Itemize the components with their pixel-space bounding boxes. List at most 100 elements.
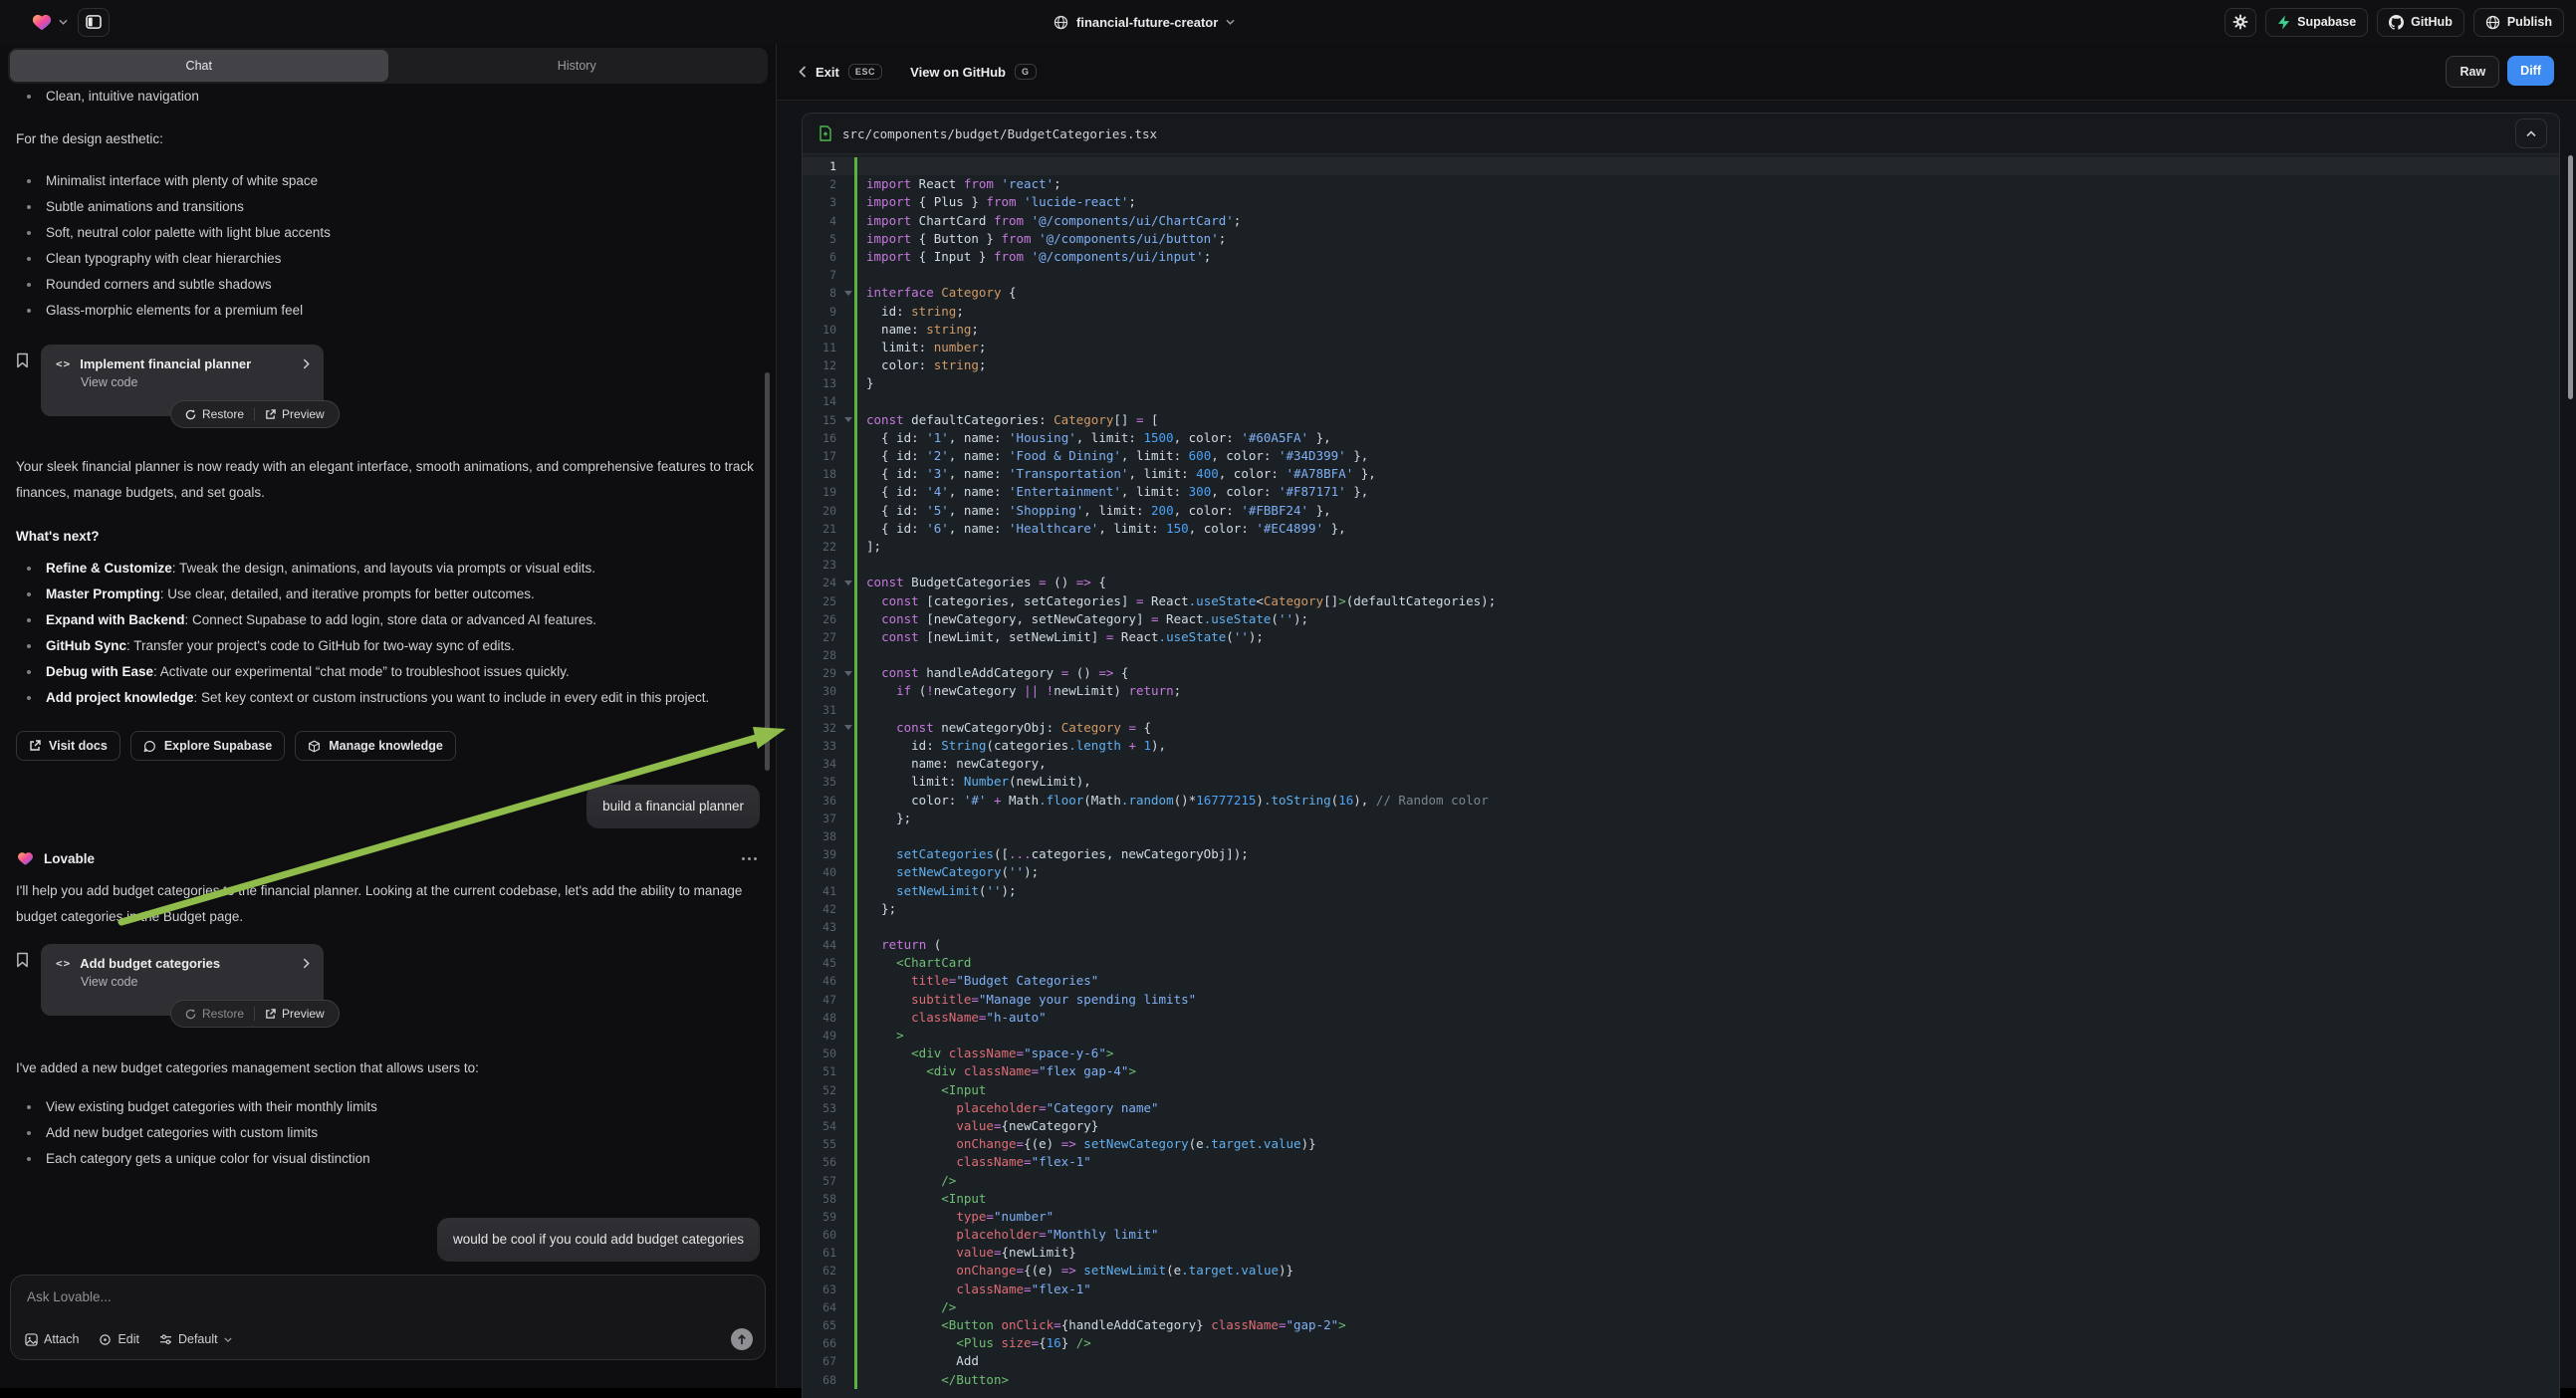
collapse-file-button[interactable] [2515,118,2547,148]
view-code-link[interactable]: View code [41,971,324,989]
g-kbd-badge: G [1015,64,1037,80]
exit-button[interactable]: Exit esc [799,64,882,80]
more-options-icon[interactable] [742,856,760,860]
toggle-sidebar-button[interactable] [78,8,110,37]
code-line: 44 return ( [803,936,2559,954]
settings-button[interactable] [2225,8,2256,37]
code-line: 51 <div className="flex gap-4"> [803,1062,2559,1080]
code-line: 55 onChange={(e) => setNewCategory(e.tar… [803,1135,2559,1153]
code-line: 33 id: String(categories.length + 1), [803,737,2559,755]
code-line: 50 <div className="space-y-6"> [803,1045,2559,1062]
code-line: 65 <Button onClick={handleAddCategory} c… [803,1316,2559,1334]
explore-supabase-button[interactable]: Explore Supabase [130,731,285,761]
code-line: 26 const [newCategory, setNewCategory] =… [803,610,2559,628]
send-button[interactable] [731,1328,753,1350]
code-line: 45 <ChartCard [803,954,2559,972]
file-header[interactable]: src/components/budget/BudgetCategories.t… [803,114,2559,154]
scrollback-list: Clean, intuitive navigation [16,84,760,110]
explore-supabase-label: Explore Supabase [164,739,272,753]
code-line: 23 [803,556,2559,574]
github-button[interactable]: GitHub [2377,8,2464,37]
file-path: src/components/budget/BudgetCategories.t… [842,126,1157,141]
code-line: 15const defaultCategories: Category[] = … [803,411,2559,429]
code-line: 3import { Plus } from 'lucide-react'; [803,193,2559,211]
supabase-label: Supabase [2297,15,2356,29]
code-view-header: Exit esc View on GitHub G Raw Diff [777,44,2576,101]
lovable-logo[interactable] [30,11,68,33]
version-card-title: Implement financial planner [80,356,251,371]
supabase-icon [2277,15,2290,30]
publish-button[interactable]: Publish [2473,8,2564,37]
code-line: 61 value={newLimit} [803,1244,2559,1262]
version-card-implement-financial-planner[interactable]: <> Implement financial planner View code… [41,345,324,416]
code-line: 8interface Category { [803,284,2559,302]
code-line: 7 [803,266,2559,284]
version-card-add-budget-categories[interactable]: <> Add budget categories View code Resto… [41,944,324,1016]
preview-label: Preview [282,1007,325,1021]
list-item: Refine & Customize: Tweak the design, an… [16,556,760,582]
manage-knowledge-button[interactable]: Manage knowledge [295,731,456,761]
code-line: 38 [803,827,2559,845]
edit-label: Edit [117,1332,139,1346]
tab-chat[interactable]: Chat [10,50,388,82]
lovable-avatar [16,849,35,867]
code-area: src/components/budget/BudgetCategories.t… [777,101,2576,1388]
mode-selector[interactable]: Default [159,1332,232,1346]
code-line: 9 id: string; [803,303,2559,321]
code-line: 60 placeholder="Monthly limit" [803,1226,2559,1244]
arrow-up-icon [737,1334,747,1345]
chat-history-tabs: Chat History [8,48,768,84]
list-item: Minimalist interface with plenty of whit… [16,168,760,194]
file-added-icon [819,125,832,141]
chat-bubble-icon [143,740,156,753]
assistant-header: Lovable [16,847,760,869]
preview-button[interactable]: Preview [255,401,335,427]
project-switcher[interactable]: financial-future-creator [1054,0,1235,44]
restore-label: Restore [202,1007,244,1021]
restore-button[interactable]: Restore [175,1001,254,1027]
code-line: 21 { id: '6', name: 'Healthcare', limit:… [803,520,2559,538]
external-link-icon [265,1009,276,1020]
chat-scroll-area: Clean, intuitive navigation For the desi… [0,82,776,1388]
code-line: 34 name: newCategory, [803,755,2559,773]
code-line: 29 const handleAddCategory = () => { [803,664,2559,682]
code-line: 5import { Button } from '@/components/ui… [803,230,2559,248]
github-label: GitHub [2411,15,2453,29]
chat-input[interactable]: Ask Lovable... Attach Edit Default [10,1275,766,1360]
bookmark-icon[interactable] [16,952,29,968]
code-line: 42 }; [803,900,2559,918]
visit-docs-label: Visit docs [49,739,108,753]
code-view-panel: Exit esc View on GitHub G Raw Diff src/c [777,44,2576,1388]
attach-label: Attach [44,1332,79,1346]
list-item: Debug with Ease: Activate our experiment… [16,659,760,685]
heart-logo-icon [30,11,54,33]
list-item: Rounded corners and subtle shadows [16,272,760,298]
code-line: 18 { id: '3', name: 'Transportation', li… [803,465,2559,483]
chat-scrollbar[interactable] [765,372,770,771]
chat-panel: Chat History Clean, intuitive navigation… [0,44,777,1388]
supabase-button[interactable]: Supabase [2265,8,2368,37]
attach-button[interactable]: Attach [25,1332,79,1346]
bookmark-icon[interactable] [16,352,29,368]
code-line: 36 color: '#' + Math.floor(Math.random()… [803,792,2559,810]
code-line: 43 [803,918,2559,936]
external-link-icon [265,409,276,420]
code-line: 1 [803,157,2559,175]
restore-button[interactable]: Restore [175,401,254,427]
version-toolbar: Restore Preview [170,1000,340,1028]
tab-history[interactable]: History [388,50,767,82]
visit-docs-button[interactable]: Visit docs [16,731,120,761]
raw-toggle-button[interactable]: Raw [2446,56,2499,88]
ready-paragraph: Your sleek financial planner is now read… [16,454,761,506]
list-item: Add new budget categories with custom li… [16,1120,760,1146]
preview-button[interactable]: Preview [255,1001,335,1027]
code-line: 6import { Input } from '@/components/ui/… [803,248,2559,266]
view-code-link[interactable]: View code [41,371,324,389]
code-scrollbar[interactable] [2568,155,2573,399]
view-on-github-button[interactable]: View on GitHub G [910,64,1036,80]
diff-toggle-button[interactable]: Diff [2507,56,2554,86]
code-line: 2import React from 'react'; [803,175,2559,193]
code-line: 56 className="flex-1" [803,1153,2559,1171]
edit-button[interactable]: Edit [99,1332,139,1346]
code-line: 49 > [803,1027,2559,1045]
